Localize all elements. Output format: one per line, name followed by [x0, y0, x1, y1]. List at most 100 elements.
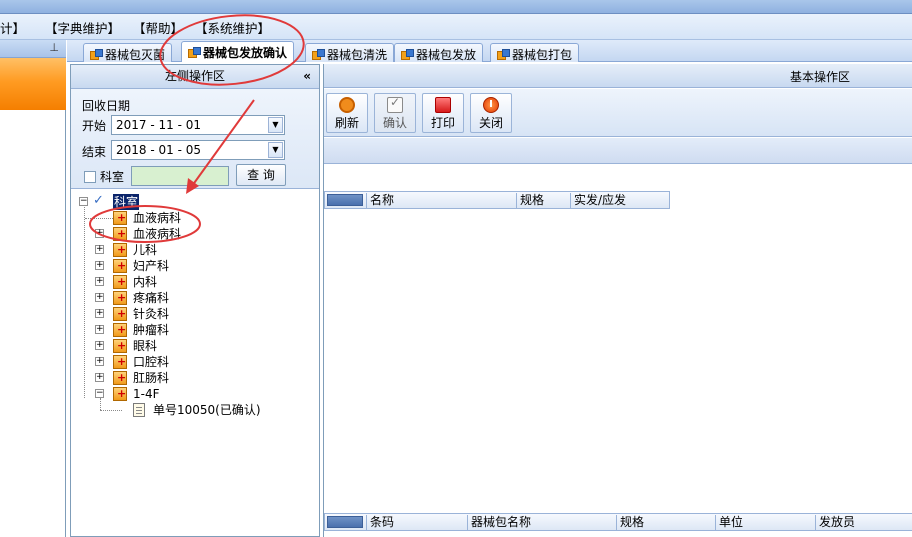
tab-dispatch-confirm[interactable]: 器械包发放确认 [181, 41, 295, 62]
column-header[interactable]: 器械包名称 [467, 515, 616, 531]
start-date-value: 2017 - 11 - 01 [116, 118, 201, 132]
package-icon [401, 49, 414, 60]
department-icon [113, 258, 127, 274]
tree-node-label: 肛肠科 [133, 371, 170, 385]
column-header[interactable]: 实发/应发 [570, 193, 669, 209]
dept-checkbox[interactable] [84, 171, 96, 183]
nav-dock-header: ⊥ [0, 40, 66, 58]
expand-box-icon[interactable]: + [95, 229, 104, 238]
menu-item-system[interactable]: 【系统维护】 [195, 18, 270, 37]
expand-box-icon[interactable]: + [95, 325, 104, 334]
column-header[interactable]: 名称 [366, 193, 516, 209]
recv-date-label: 回收日期 [82, 99, 131, 113]
tab-pack[interactable]: 器械包打包 [490, 43, 580, 62]
expand-box-icon[interactable]: + [95, 341, 104, 350]
refresh-button[interactable]: 刷新 [326, 93, 368, 133]
tree-node-label: 针灸科 [133, 307, 170, 321]
tree-connector [100, 398, 101, 410]
close-button[interactable]: 关闭 [470, 93, 512, 133]
tree-node-label: 儿科 [133, 243, 158, 257]
tree-node-label: 内科 [133, 275, 158, 289]
refresh-label: 刷新 [334, 116, 359, 130]
menu-item-stats[interactable]: 计】 [0, 18, 25, 37]
collapse-box-icon[interactable]: − [95, 389, 104, 398]
tree-node-label: 妇产科 [133, 259, 170, 273]
tree-connector [84, 202, 85, 398]
department-icon [113, 322, 127, 338]
right-panel-title: 基本操作区 [790, 70, 851, 84]
dept-input[interactable] [131, 166, 229, 186]
tab-dispatch[interactable]: 器械包发放 [394, 43, 484, 62]
department-icon [113, 354, 127, 370]
confirm-icon [387, 95, 403, 113]
left-operation-panel: 左侧操作区 « 回收日期 开始 2017 - 11 - 01 ▼ 结束 2018… [70, 64, 320, 537]
expand-box-icon[interactable]: + [95, 245, 104, 254]
query-button[interactable]: 查 询 [236, 164, 286, 186]
end-date-picker[interactable]: 2018 - 01 - 05 ▼ [111, 140, 285, 160]
close-label: 关闭 [478, 116, 503, 130]
collapse-box-icon[interactable]: − [79, 197, 88, 206]
expand-box-icon[interactable]: + [95, 261, 104, 270]
menu-item-help[interactable]: 【帮助】 [133, 18, 183, 37]
nav-dock-selected-item[interactable] [0, 58, 66, 110]
collapse-icon[interactable]: « [303, 65, 311, 88]
tab-sterilize[interactable]: 器械包灭菌 [83, 43, 173, 62]
print-label: 打印 [430, 116, 455, 130]
expand-box-icon[interactable]: + [95, 373, 104, 382]
toolbar: 刷新 确认 打印 关闭 [324, 89, 912, 137]
column-header[interactable]: 规格 [616, 515, 715, 531]
top-grid-body[interactable] [324, 210, 912, 510]
tree-node-label: 血液病科 [133, 211, 182, 225]
column-header[interactable]: 发放员 [815, 515, 912, 531]
power-icon [483, 97, 499, 113]
package-icon [90, 49, 103, 60]
dept-tree: − ✓ 科室 血液病科 + 血液病科 + 儿科 + 妇产科 + [71, 190, 319, 536]
right-panel-header: 基本操作区 [324, 64, 912, 88]
package-icon [188, 47, 201, 58]
tree-node-label: 疼痛科 [133, 291, 170, 305]
printer-icon [435, 97, 451, 113]
column-header[interactable]: 条码 [366, 515, 467, 531]
tree-node-label: 口腔科 [133, 355, 170, 369]
menu-item-dictionary[interactable]: 【字典维护】 [45, 18, 120, 37]
tree-connector [85, 218, 113, 219]
confirm-button[interactable]: 确认 [374, 93, 416, 133]
sub-toolbar [324, 138, 912, 164]
department-icon [113, 306, 127, 322]
grid-corner[interactable] [327, 194, 363, 206]
department-icon [113, 290, 127, 306]
chevron-down-icon[interactable]: ▼ [268, 142, 283, 158]
tab-label: 器械包灭菌 [105, 48, 166, 62]
column-header[interactable]: 单位 [715, 515, 815, 531]
confirm-label: 确认 [382, 116, 407, 130]
chevron-down-icon[interactable]: ▼ [268, 117, 283, 133]
tab-label: 器械包清洗 [327, 48, 388, 62]
column-header[interactable]: 规格 [516, 193, 570, 209]
expand-box-icon[interactable]: + [95, 277, 104, 286]
grid-corner[interactable] [327, 516, 363, 528]
tab-label: 器械包打包 [512, 48, 573, 62]
expand-box-icon[interactable]: + [95, 357, 104, 366]
print-button[interactable]: 打印 [422, 93, 464, 133]
pin-icon[interactable]: ⊥ [49, 41, 59, 54]
window-title-bar [0, 0, 912, 14]
package-icon [312, 49, 325, 60]
tree-leaf-label: 单号10050(已确认) [153, 403, 261, 417]
department-icon [113, 274, 127, 290]
tab-bar: 器械包灭菌 器械包发放确认 器械包清洗 器械包发放 器械包打包 [67, 40, 912, 62]
department-icon [113, 370, 127, 386]
bottom-grid-header: 条码 器械包名称 规格 单位 发放员 [324, 513, 912, 531]
nav-dock: ⊥ [0, 40, 66, 537]
top-grid-header: 名称 规格 实发/应发 [324, 191, 670, 209]
tab-wash[interactable]: 器械包清洗 [305, 43, 395, 62]
dept-label: 科室 [100, 170, 125, 184]
basic-operation-panel: 基本操作区 刷新 确认 打印 关闭 名称 规格 实发/应发 条码 器械包名称 规 [323, 64, 912, 537]
expand-box-icon[interactable]: + [95, 309, 104, 318]
department-icon [113, 338, 127, 354]
left-panel-title: 左侧操作区 [164, 69, 225, 83]
expand-box-icon[interactable]: + [95, 293, 104, 302]
start-label: 开始 [82, 119, 107, 133]
start-date-picker[interactable]: 2017 - 11 - 01 ▼ [111, 115, 285, 135]
tree-node-label: 血液病科 [133, 227, 182, 241]
department-icon [113, 210, 127, 226]
